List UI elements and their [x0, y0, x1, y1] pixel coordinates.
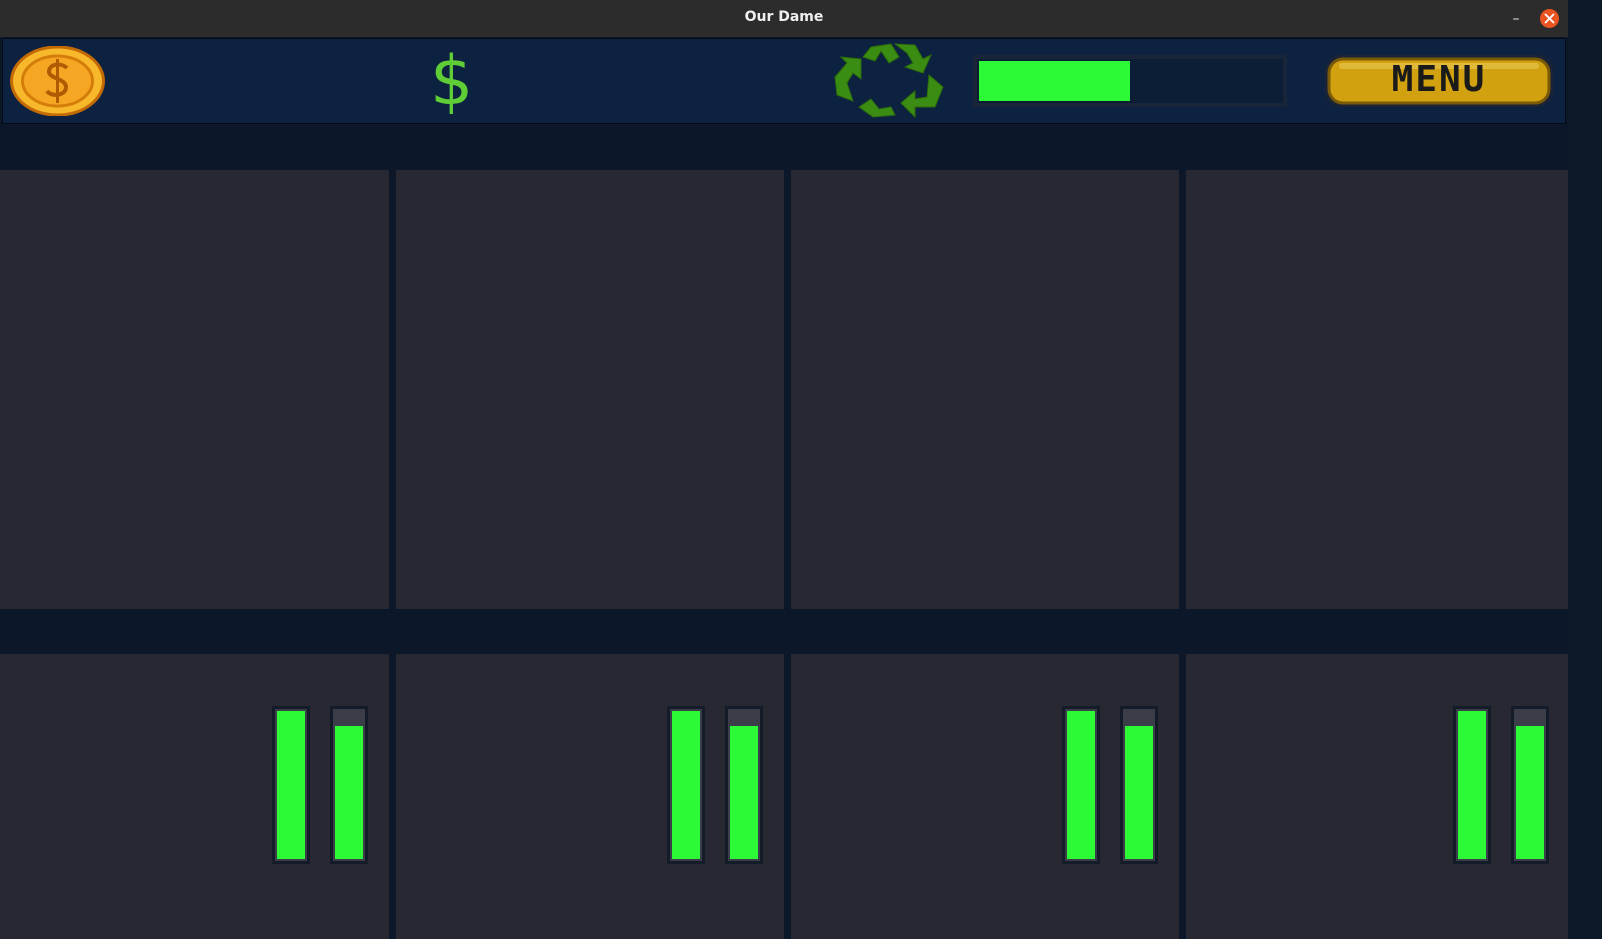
menu-label: MENU — [1391, 59, 1487, 100]
bottom-slot[interactable] — [0, 654, 389, 939]
hud-bar: $ MENU — [2, 38, 1566, 124]
meter-left — [1062, 706, 1100, 864]
recycle-progress-bar — [973, 55, 1287, 107]
meter-right — [1120, 706, 1158, 864]
close-icon — [1544, 13, 1555, 24]
top-slot[interactable] — [0, 170, 389, 609]
coin-icon — [10, 46, 105, 116]
meter-fill — [730, 726, 758, 859]
meter-fill — [335, 726, 363, 859]
desktop-background: Our Dame – $ MENU — [0, 0, 1602, 939]
close-button[interactable] — [1540, 9, 1559, 28]
minimize-button[interactable]: – — [1505, 8, 1527, 30]
window-title: Our Dame — [744, 9, 824, 25]
meter-fill — [672, 711, 700, 859]
bottom-slot[interactable] — [791, 654, 1179, 939]
meter-left — [1453, 706, 1491, 864]
meter-fill — [277, 711, 305, 859]
meter-right — [725, 706, 763, 864]
recycle-progress-fill — [979, 61, 1130, 101]
bottom-slot[interactable] — [396, 654, 784, 939]
recycle-icon — [834, 43, 944, 119]
row-divider-middle — [0, 609, 1568, 654]
meter-fill — [1067, 711, 1095, 859]
menu-button[interactable]: MENU — [1319, 53, 1559, 109]
meter-fill — [1516, 726, 1544, 859]
meter-fill — [1458, 711, 1486, 859]
row-divider-top — [0, 125, 1568, 170]
bottom-slot[interactable] — [1186, 654, 1568, 939]
title-bar[interactable]: Our Dame – — [0, 0, 1568, 37]
game-window: Our Dame – $ MENU — [0, 0, 1568, 939]
top-slot[interactable] — [791, 170, 1179, 609]
meter-left — [667, 706, 705, 864]
top-slot[interactable] — [1186, 170, 1568, 609]
top-slot[interactable] — [396, 170, 784, 609]
dollar-sign-icon: $ — [430, 42, 474, 121]
meter-fill — [1125, 726, 1153, 859]
meter-left — [272, 706, 310, 864]
meter-right — [330, 706, 368, 864]
meter-right — [1511, 706, 1549, 864]
